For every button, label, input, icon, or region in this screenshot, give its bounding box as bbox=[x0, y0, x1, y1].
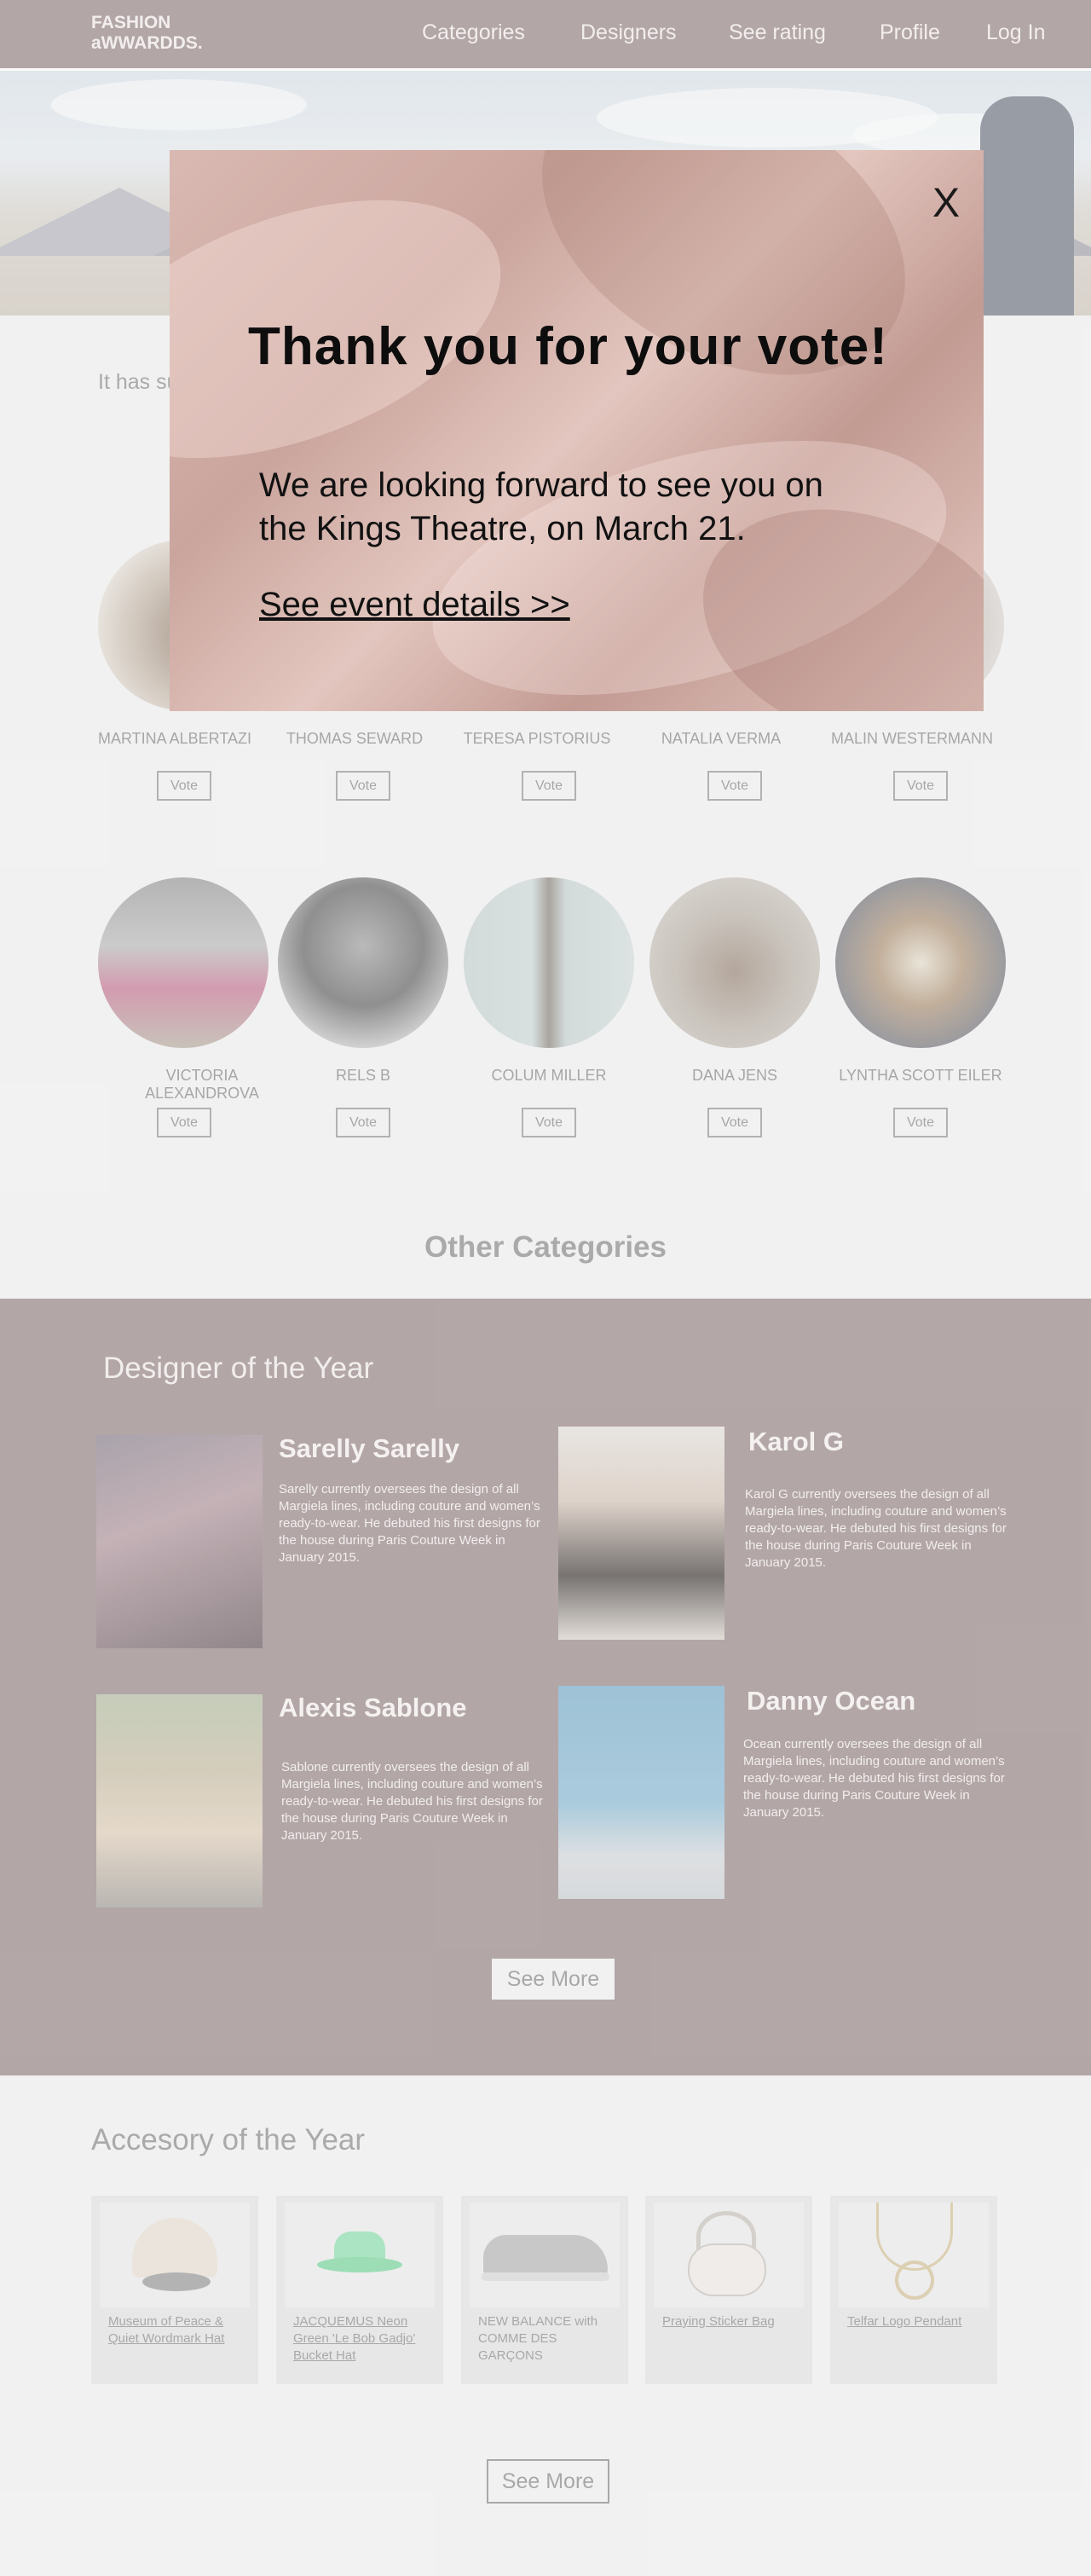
accessory-see-more-button[interactable]: See More bbox=[487, 2459, 609, 2504]
nominee-name-rels-b: RELS B bbox=[335, 1067, 391, 1084]
designer-photo-sarelly-sarelly[interactable] bbox=[96, 1435, 263, 1648]
designer-name-karol-g[interactable]: Karol G bbox=[748, 1427, 844, 1457]
brand-line-2: aWWARDDS. bbox=[91, 33, 203, 53]
designer-photo-alexis-sablone[interactable] bbox=[96, 1694, 263, 1907]
close-icon[interactable]: X bbox=[932, 180, 960, 227]
brand-logo[interactable]: FASHION aWWARDDS. bbox=[91, 13, 203, 54]
vote-button-teresa-pistorius[interactable]: Vote bbox=[522, 771, 576, 801]
nominee-photo-colum-miller[interactable] bbox=[464, 877, 634, 1048]
nav-designers[interactable]: Designers bbox=[580, 20, 677, 45]
accessory-card[interactable]: NEW BALANCE with COMME DES GARÇONS bbox=[461, 2196, 628, 2384]
accessory-image-bucket-hat[interactable] bbox=[285, 2203, 435, 2307]
nominee-name-thomas-seward: THOMAS SEWARD bbox=[286, 730, 424, 747]
other-categories-title: Other Categories bbox=[424, 1230, 667, 1264]
designer-photo-danny-ocean[interactable] bbox=[558, 1686, 724, 1899]
nominee-photo-victoria-alexandrova[interactable] bbox=[98, 877, 268, 1048]
nominee-photo-lyntha-scott-eiler[interactable] bbox=[835, 877, 1006, 1048]
accessory-image-sticker-bag[interactable] bbox=[654, 2203, 804, 2307]
designer-of-the-year-section: Designer of the Year Sarelly Sarelly Sar… bbox=[0, 1299, 1091, 2075]
nominee-name-dana-jens: DANA JENS bbox=[691, 1067, 778, 1084]
designer-see-more-button[interactable]: See More bbox=[492, 1959, 615, 2000]
accessory-label[interactable]: JACQUEMUS Neon Green 'Le Bob Gadjo' Buck… bbox=[293, 2313, 434, 2365]
nominee-name-victoria-alexandrova: VICTORIA ALEXANDROVA bbox=[145, 1067, 259, 1102]
vote-button-rels-b[interactable]: Vote bbox=[336, 1108, 390, 1137]
designer-desc-alexis-sablone: Sablone currently oversees the design of… bbox=[281, 1760, 543, 1843]
designer-desc-karol-g: Karol G currently oversees the design of… bbox=[745, 1487, 1007, 1570]
vote-button-dana-jens[interactable]: Vote bbox=[707, 1108, 762, 1137]
vote-button-victoria-alexandrova[interactable]: Vote bbox=[157, 1108, 211, 1137]
vote-confirmation-modal: X Thank you for your vote! We are lookin… bbox=[170, 150, 984, 711]
accessory-label[interactable]: Telfar Logo Pendant bbox=[847, 2313, 988, 2330]
nominee-name-martina-albertazi: MARTINA ALBERTAZI bbox=[97, 730, 252, 747]
accessory-card[interactable]: JACQUEMUS Neon Green 'Le Bob Gadjo' Buck… bbox=[276, 2196, 443, 2384]
accessory-card[interactable]: Praying Sticker Bag bbox=[645, 2196, 812, 2384]
designer-photo-karol-g[interactable] bbox=[558, 1427, 724, 1640]
accessory-image-sneaker[interactable] bbox=[470, 2203, 620, 2307]
see-event-details-link[interactable]: See event details >> bbox=[259, 586, 570, 624]
vote-button-colum-miller[interactable]: Vote bbox=[522, 1108, 576, 1137]
nav-see-rating[interactable]: See rating bbox=[729, 20, 826, 45]
nominee-name-malin-westermann: MALIN WESTERMANN bbox=[830, 730, 993, 747]
vote-button-natalia-verma[interactable]: Vote bbox=[707, 771, 762, 801]
designer-desc-danny-ocean: Ocean currently oversees the design of a… bbox=[743, 1737, 1005, 1820]
designer-name-alexis-sablone[interactable]: Alexis Sablone bbox=[279, 1693, 467, 1723]
designer-name-sarelly-sarelly[interactable]: Sarelly Sarelly bbox=[279, 1433, 459, 1464]
accessory-label[interactable]: Praying Sticker Bag bbox=[662, 2313, 803, 2330]
nav-profile[interactable]: Profile bbox=[880, 20, 940, 45]
nominee-name-natalia-verma: NATALIA VERMA bbox=[661, 730, 782, 747]
accessory-image-cap[interactable] bbox=[100, 2203, 250, 2307]
accessory-image-pendant[interactable] bbox=[839, 2203, 989, 2307]
accessory-card[interactable]: Museum of Peace & Quiet Wordmark Hat bbox=[91, 2196, 258, 2384]
vote-button-malin-westermann[interactable]: Vote bbox=[893, 771, 948, 801]
nominee-name-lyntha-scott-eiler: LYNTHA SCOTT EILER bbox=[839, 1067, 1002, 1084]
designer-section-title: Designer of the Year bbox=[103, 1352, 374, 1385]
modal-message: We are looking forward to see you on the… bbox=[259, 466, 823, 547]
nav-categories[interactable]: Categories bbox=[422, 20, 525, 45]
brand-line-1: FASHION bbox=[91, 13, 171, 32]
modal-title: Thank you for your vote! bbox=[248, 317, 888, 376]
accessory-label: NEW BALANCE with COMME DES GARÇONS bbox=[478, 2314, 598, 2363]
accessory-label[interactable]: Museum of Peace & Quiet Wordmark Hat bbox=[108, 2313, 249, 2347]
vote-button-lyntha-scott-eiler[interactable]: Vote bbox=[893, 1108, 948, 1137]
nav-log-in[interactable]: Log In bbox=[986, 20, 1046, 45]
vote-button-martina-albertazi[interactable]: Vote bbox=[157, 771, 211, 801]
accessory-card[interactable]: Telfar Logo Pendant bbox=[830, 2196, 997, 2384]
designer-name-danny-ocean[interactable]: Danny Ocean bbox=[747, 1686, 915, 1716]
vote-button-thomas-seward[interactable]: Vote bbox=[336, 771, 390, 801]
nominee-name-colum-miller: COLUM MILLER bbox=[491, 1067, 607, 1084]
nominee-photo-rels-b[interactable] bbox=[278, 877, 448, 1048]
nominee-photo-dana-jens[interactable] bbox=[649, 877, 820, 1048]
accessory-section-title: Accesory of the Year bbox=[91, 2123, 366, 2156]
top-navbar: FASHION aWWARDDS. Categories Designers S… bbox=[0, 0, 1091, 68]
nominee-name-teresa-pistorius: TERESA PISTORIUS bbox=[463, 730, 611, 747]
designer-desc-sarelly-sarelly: Sarelly currently oversees the design of… bbox=[279, 1482, 540, 1565]
